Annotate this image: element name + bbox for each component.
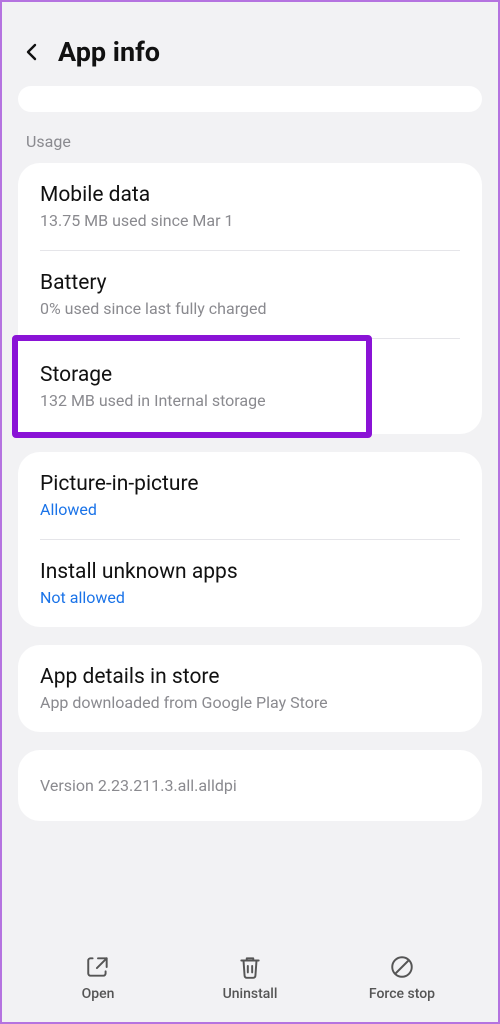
version-text: Version 2.23.211.3.all.alldpi [40, 776, 460, 795]
stop-icon [389, 954, 415, 980]
open-button[interactable]: Open [38, 954, 158, 1002]
header: App info [12, 12, 488, 86]
row-title: Install unknown apps [40, 560, 460, 584]
store-card: App details in store App downloaded from… [18, 645, 482, 732]
uninstall-button[interactable]: Uninstall [190, 954, 310, 1002]
open-icon [85, 954, 111, 980]
row-battery[interactable]: Battery 0% used since last fully charged [18, 251, 482, 338]
permissions-card: Picture-in-picture Allowed Install unkno… [18, 452, 482, 627]
row-title: Picture-in-picture [40, 472, 460, 496]
uninstall-label: Uninstall [223, 986, 278, 1002]
row-title: Storage [40, 363, 344, 387]
row-sub: 132 MB used in Internal storage [40, 391, 344, 410]
row-app-details-in-store[interactable]: App details in store App downloaded from… [18, 645, 482, 732]
previous-card-sliver [18, 86, 482, 112]
row-sub: Allowed [40, 500, 460, 519]
trash-icon [237, 954, 263, 980]
row-mobile-data[interactable]: Mobile data 13.75 MB used since Mar 1 [18, 163, 482, 250]
row-sub: Not allowed [40, 588, 460, 607]
version-card: Version 2.23.211.3.all.alldpi [18, 750, 482, 821]
row-title: App details in store [40, 665, 460, 689]
row-sub: 13.75 MB used since Mar 1 [40, 211, 460, 230]
row-install-unknown-apps[interactable]: Install unknown apps Not allowed [18, 540, 482, 627]
row-sub: App downloaded from Google Play Store [40, 693, 460, 712]
force-stop-label: Force stop [369, 986, 435, 1002]
row-storage[interactable]: Storage 132 MB used in Internal storage [12, 335, 372, 438]
usage-card: Mobile data 13.75 MB used since Mar 1 Ba… [18, 163, 482, 434]
row-picture-in-picture[interactable]: Picture-in-picture Allowed [18, 452, 482, 539]
open-label: Open [82, 986, 115, 1002]
row-sub: 0% used since last fully charged [40, 299, 460, 318]
page-title: App info [58, 36, 160, 68]
section-label-usage: Usage [12, 122, 488, 163]
row-title: Battery [40, 271, 460, 295]
force-stop-button[interactable]: Force stop [342, 954, 462, 1002]
row-title: Mobile data [40, 183, 460, 207]
back-icon[interactable] [20, 40, 44, 64]
bottom-bar: Open Uninstall Force stop [12, 938, 488, 1012]
